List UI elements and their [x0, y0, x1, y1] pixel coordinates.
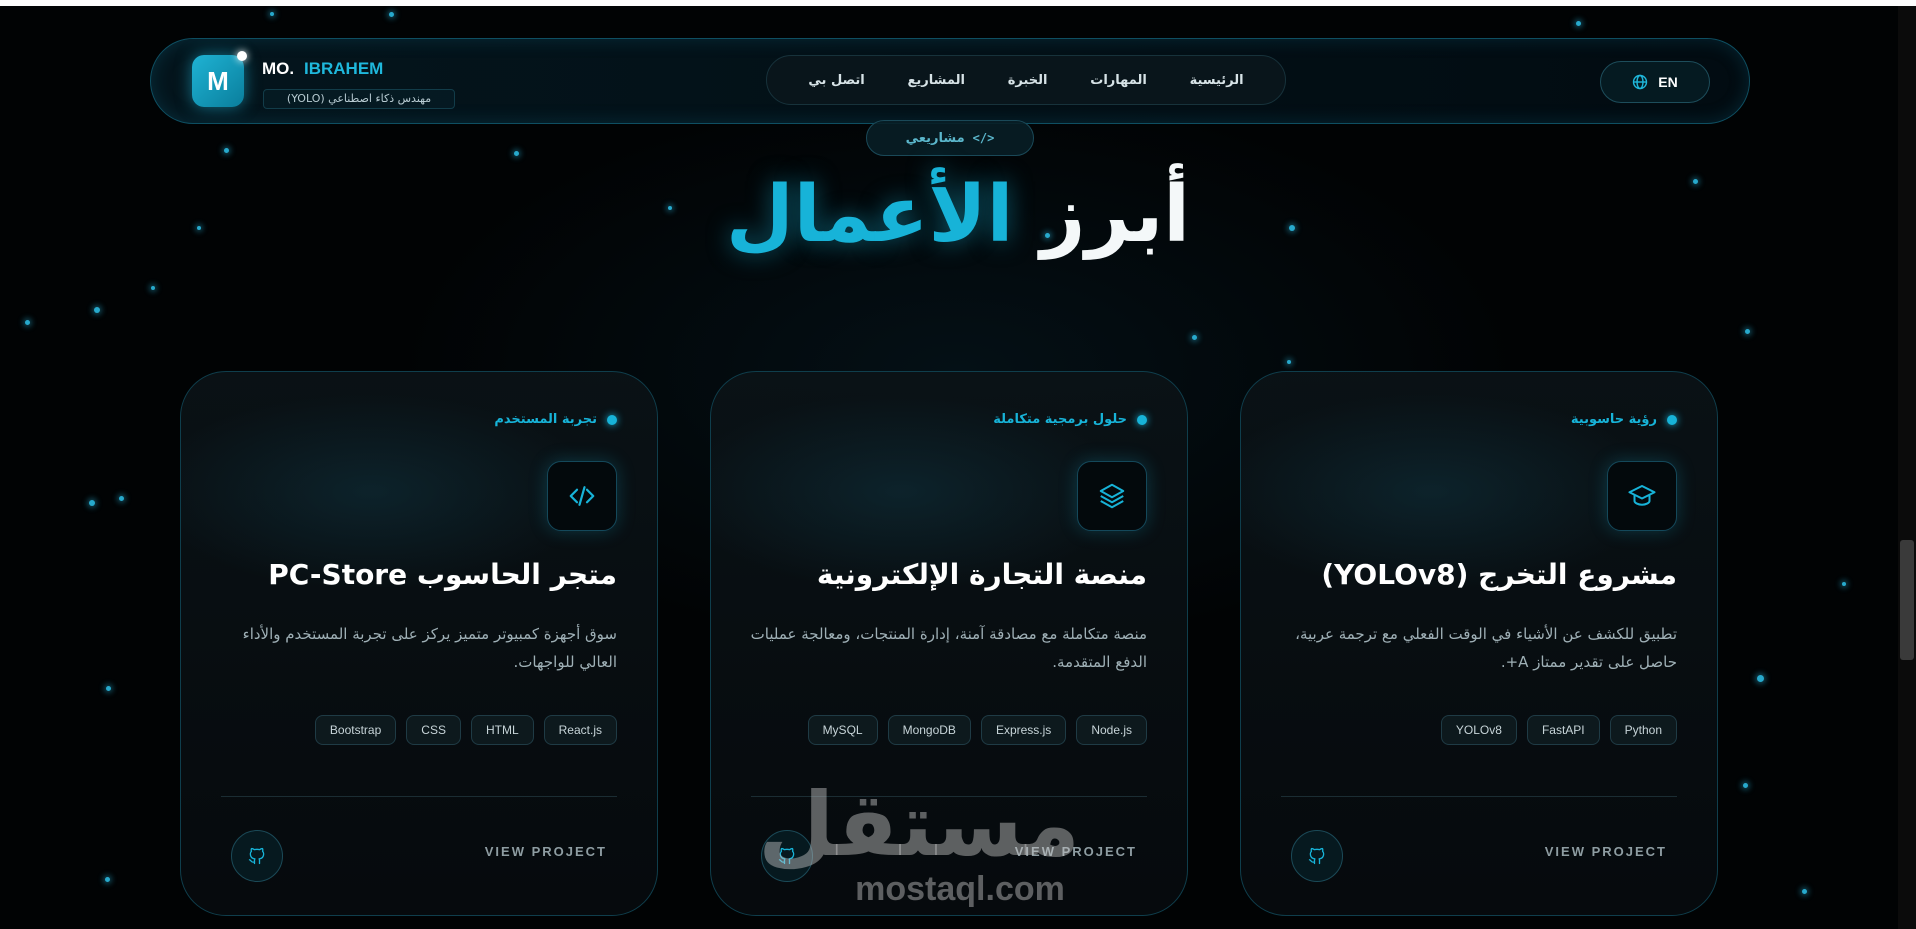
star	[1576, 21, 1581, 26]
tech-tag: CSS	[406, 715, 461, 745]
card-divider	[221, 796, 617, 797]
project-description: تطبيق للكشف عن الأشياء في الوقت الفعلي م…	[1295, 625, 1677, 671]
tech-tag: MongoDB	[887, 715, 971, 745]
page: M MO. IBRAHEM مهندس ذكاء اصطناعي (YOLO) …	[0, 0, 1916, 929]
star	[1287, 360, 1291, 364]
nav-skills[interactable]: المهارات	[1090, 73, 1147, 88]
project-card-graduation: رؤية حاسوبية مشروع التخرج (YOLOv8) تطبيق…	[1240, 371, 1718, 916]
project-title: منصة التجارة الإلكترونية	[816, 558, 1147, 591]
star	[1693, 179, 1698, 184]
brand-subtitle: مهندس ذكاء اصطناعي (YOLO)	[263, 89, 455, 109]
tech-tags: Python FastAPI YOLOv8	[1440, 715, 1677, 745]
category-dot	[1137, 414, 1147, 425]
brand-name-first[interactable]: MO.	[262, 59, 294, 79]
category-label: حلول برمجية متكاملة	[993, 412, 1127, 427]
tech-tag: React.js	[543, 715, 617, 745]
star	[224, 148, 229, 153]
layers-icon	[1077, 461, 1147, 531]
star	[1745, 329, 1750, 334]
star	[106, 686, 111, 691]
star	[389, 12, 394, 17]
browser-top-strip	[0, 0, 1916, 6]
language-label: EN	[1658, 74, 1678, 90]
project-category: حلول برمجية متكاملة	[993, 412, 1147, 427]
tech-tag: MySQL	[807, 715, 878, 745]
section-title: أبرز الأعمال	[620, 160, 1296, 270]
view-project-link[interactable]: VIEW PROJECT	[485, 844, 607, 859]
star	[25, 320, 30, 325]
tech-tags: React.js HTML CSS Bootstrap	[314, 715, 617, 745]
logo[interactable]: M	[192, 55, 244, 107]
nav-projects[interactable]: المشاريع	[908, 73, 965, 88]
star	[197, 226, 201, 230]
card-divider	[1281, 796, 1677, 797]
github-icon	[1308, 847, 1325, 865]
star	[270, 12, 274, 16]
tech-tag: Express.js	[980, 715, 1067, 745]
star	[514, 151, 519, 156]
star	[151, 286, 155, 290]
section-title-white: أبرز	[1040, 170, 1190, 260]
watermark-latin: mostaql.com	[855, 870, 1065, 908]
code-icon: </>	[972, 131, 995, 145]
tech-tags: Node.js Express.js MongoDB MySQL	[807, 715, 1147, 745]
nav-contact[interactable]: اتصل بي	[808, 73, 864, 88]
tech-tag: FastAPI	[1526, 715, 1600, 745]
graduation-cap-icon	[1607, 461, 1677, 531]
project-title: مشروع التخرج (YOLOv8)	[1321, 558, 1677, 591]
tech-tag: Node.js	[1076, 715, 1147, 745]
star	[1192, 335, 1197, 340]
language-toggle-button[interactable]: EN	[1600, 61, 1710, 103]
section-badge-label: مشاريعي	[905, 130, 965, 146]
watermark-arabic: مستقل	[758, 773, 1080, 876]
star	[105, 877, 110, 882]
star	[1802, 889, 1807, 894]
globe-icon	[1633, 74, 1648, 90]
category-dot	[607, 414, 617, 425]
scrollbar-track[interactable]	[1898, 6, 1916, 929]
category-dot	[1667, 414, 1677, 425]
view-project-link[interactable]: VIEW PROJECT	[1545, 844, 1667, 859]
github-icon	[248, 847, 265, 865]
tech-tag: HTML	[470, 715, 534, 745]
tech-tag: Bootstrap	[314, 715, 397, 745]
project-category: تجربة المستخدم	[494, 412, 617, 427]
star	[94, 307, 100, 313]
nav-experience[interactable]: الخبرة	[1008, 73, 1048, 88]
tech-tag: Python	[1609, 715, 1677, 745]
brand-name-last[interactable]: IBRAHEM	[304, 59, 383, 79]
category-label: تجربة المستخدم	[494, 412, 597, 427]
status-dot	[237, 51, 247, 61]
star	[1743, 783, 1748, 788]
project-description: منصة متكاملة مع مصادقة آمنة، إدارة المنت…	[750, 625, 1147, 671]
project-category: رؤية حاسوبية	[1571, 412, 1677, 427]
header-navbar: M MO. IBRAHEM مهندس ذكاء اصطناعي (YOLO) …	[150, 38, 1750, 124]
star	[89, 500, 95, 506]
section-badge: </> مشاريعي	[866, 120, 1034, 156]
star	[1842, 582, 1846, 586]
code-icon	[547, 461, 617, 531]
github-button[interactable]	[231, 830, 283, 882]
tech-tag: YOLOv8	[1440, 715, 1517, 745]
project-title: متجر الحاسوب PC-Store	[268, 558, 617, 591]
project-description: سوق أجهزة كمبيوتر متميز يركز على تجربة ا…	[242, 625, 617, 671]
logo-letter: M	[207, 65, 229, 96]
star	[1757, 675, 1764, 682]
project-card-pc-store: تجربة المستخدم متجر الحاسوب PC-Store سوق…	[180, 371, 658, 916]
star	[119, 496, 124, 501]
github-button[interactable]	[1291, 830, 1343, 882]
main-nav: الرئيسية المهارات الخبرة المشاريع اتصل ب…	[766, 55, 1286, 105]
scrollbar-thumb[interactable]	[1900, 540, 1914, 660]
category-label: رؤية حاسوبية	[1570, 412, 1657, 427]
section-title-accent: الأعمال	[726, 170, 1014, 260]
nav-home[interactable]: الرئيسية	[1190, 73, 1244, 88]
